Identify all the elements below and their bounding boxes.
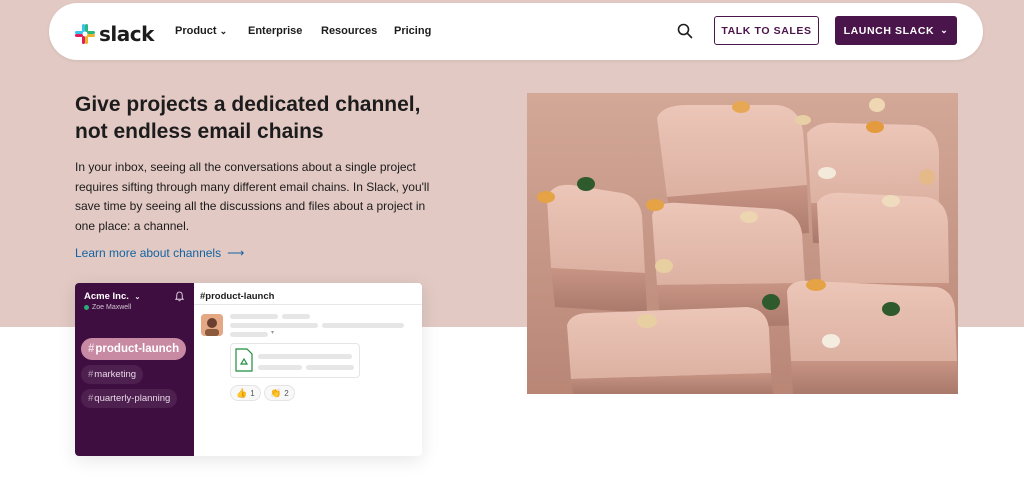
placeholder-line [230, 314, 278, 319]
chevron-down-icon: ⌄ [219, 26, 228, 36]
clap-icon: 👏 [270, 387, 282, 398]
slack-logo-icon [75, 24, 95, 44]
nav-enterprise[interactable]: Enterprise [248, 25, 302, 37]
top-navigation: slack Product ⌄ Enterprise Resources Pric… [49, 3, 983, 60]
learn-more-label: Learn more about channels [75, 246, 222, 260]
nav-pricing[interactable]: Pricing [394, 25, 431, 37]
nav-resources[interactable]: Resources [321, 25, 377, 37]
slack-logo[interactable]: slack [75, 22, 154, 46]
placeholder-line [306, 365, 354, 370]
nav-product-label: Product [175, 25, 217, 37]
hero-illustration [527, 93, 958, 394]
channel-label: product-launch [95, 343, 180, 355]
nav-product[interactable]: Product ⌄ [175, 25, 227, 37]
chevron-down-icon: ▾ [271, 330, 275, 336]
header-divider [194, 304, 422, 305]
pink-blocks-illustration [527, 93, 958, 394]
reaction-count: 1 [250, 388, 255, 398]
channel-hash: # [88, 369, 94, 380]
chevron-down-icon: ⌄ [134, 294, 141, 301]
placeholder-line [230, 323, 318, 328]
placeholder-line [230, 332, 268, 337]
placeholder-line [282, 314, 310, 319]
channel-hash: # [88, 343, 95, 355]
placeholder-line [258, 365, 302, 370]
arrow-right-icon: ⟶ [227, 246, 245, 260]
chevron-down-icon: ⌄ [940, 25, 949, 35]
slack-app-mockup: Acme Inc. ⌄ Zoe Maxwell # product-launch … [75, 283, 422, 456]
workspace-label: Acme Inc. [84, 291, 129, 302]
channel-product-launch[interactable]: # product-launch [81, 338, 187, 360]
channel-label: quarterly-planning [94, 393, 171, 404]
search-icon[interactable] [677, 23, 693, 39]
channel-hash: # [88, 393, 94, 404]
thumbs-up-icon: 👍 [236, 387, 248, 398]
user-name: Zoe Maxwell [92, 304, 132, 311]
channel-header: #product-launch [200, 291, 275, 302]
learn-more-channels-link[interactable]: Learn more about channels ⟶ [75, 246, 244, 260]
bell-icon [174, 291, 185, 302]
workspace-user: Zoe Maxwell [84, 304, 131, 311]
avatar [201, 314, 223, 336]
talk-to-sales-label: TALK TO SALES [721, 24, 812, 37]
shared-file-card[interactable] [230, 343, 360, 378]
online-status-dot [84, 305, 89, 310]
reaction-clap[interactable]: 👏 2 [264, 385, 295, 401]
channel-marketing[interactable]: # marketing [81, 365, 144, 384]
reaction-thumbs-up[interactable]: 👍 1 [230, 385, 261, 401]
talk-to-sales-button[interactable]: TALK TO SALES [714, 16, 819, 45]
logo-wordmark: slack [99, 22, 154, 46]
launch-slack-label: LAUNCH SLACK [843, 24, 935, 37]
channel-quarterly-planning[interactable]: # quarterly-planning [81, 389, 178, 408]
hero-headline: Give projects a dedicated channel, not e… [75, 93, 421, 143]
google-sheets-file-icon [235, 348, 253, 372]
mock-sidebar: Acme Inc. ⌄ Zoe Maxwell # product-launch … [75, 283, 194, 456]
reaction-count: 2 [284, 388, 289, 398]
placeholder-line [322, 323, 404, 328]
hero-body: In your inbox, seeing all the conversati… [75, 160, 430, 233]
workspace-name: Acme Inc. ⌄ [84, 291, 140, 302]
channel-label: marketing [94, 369, 137, 380]
launch-slack-button[interactable]: LAUNCH SLACK ⌄ [835, 16, 957, 45]
placeholder-line [258, 354, 352, 359]
